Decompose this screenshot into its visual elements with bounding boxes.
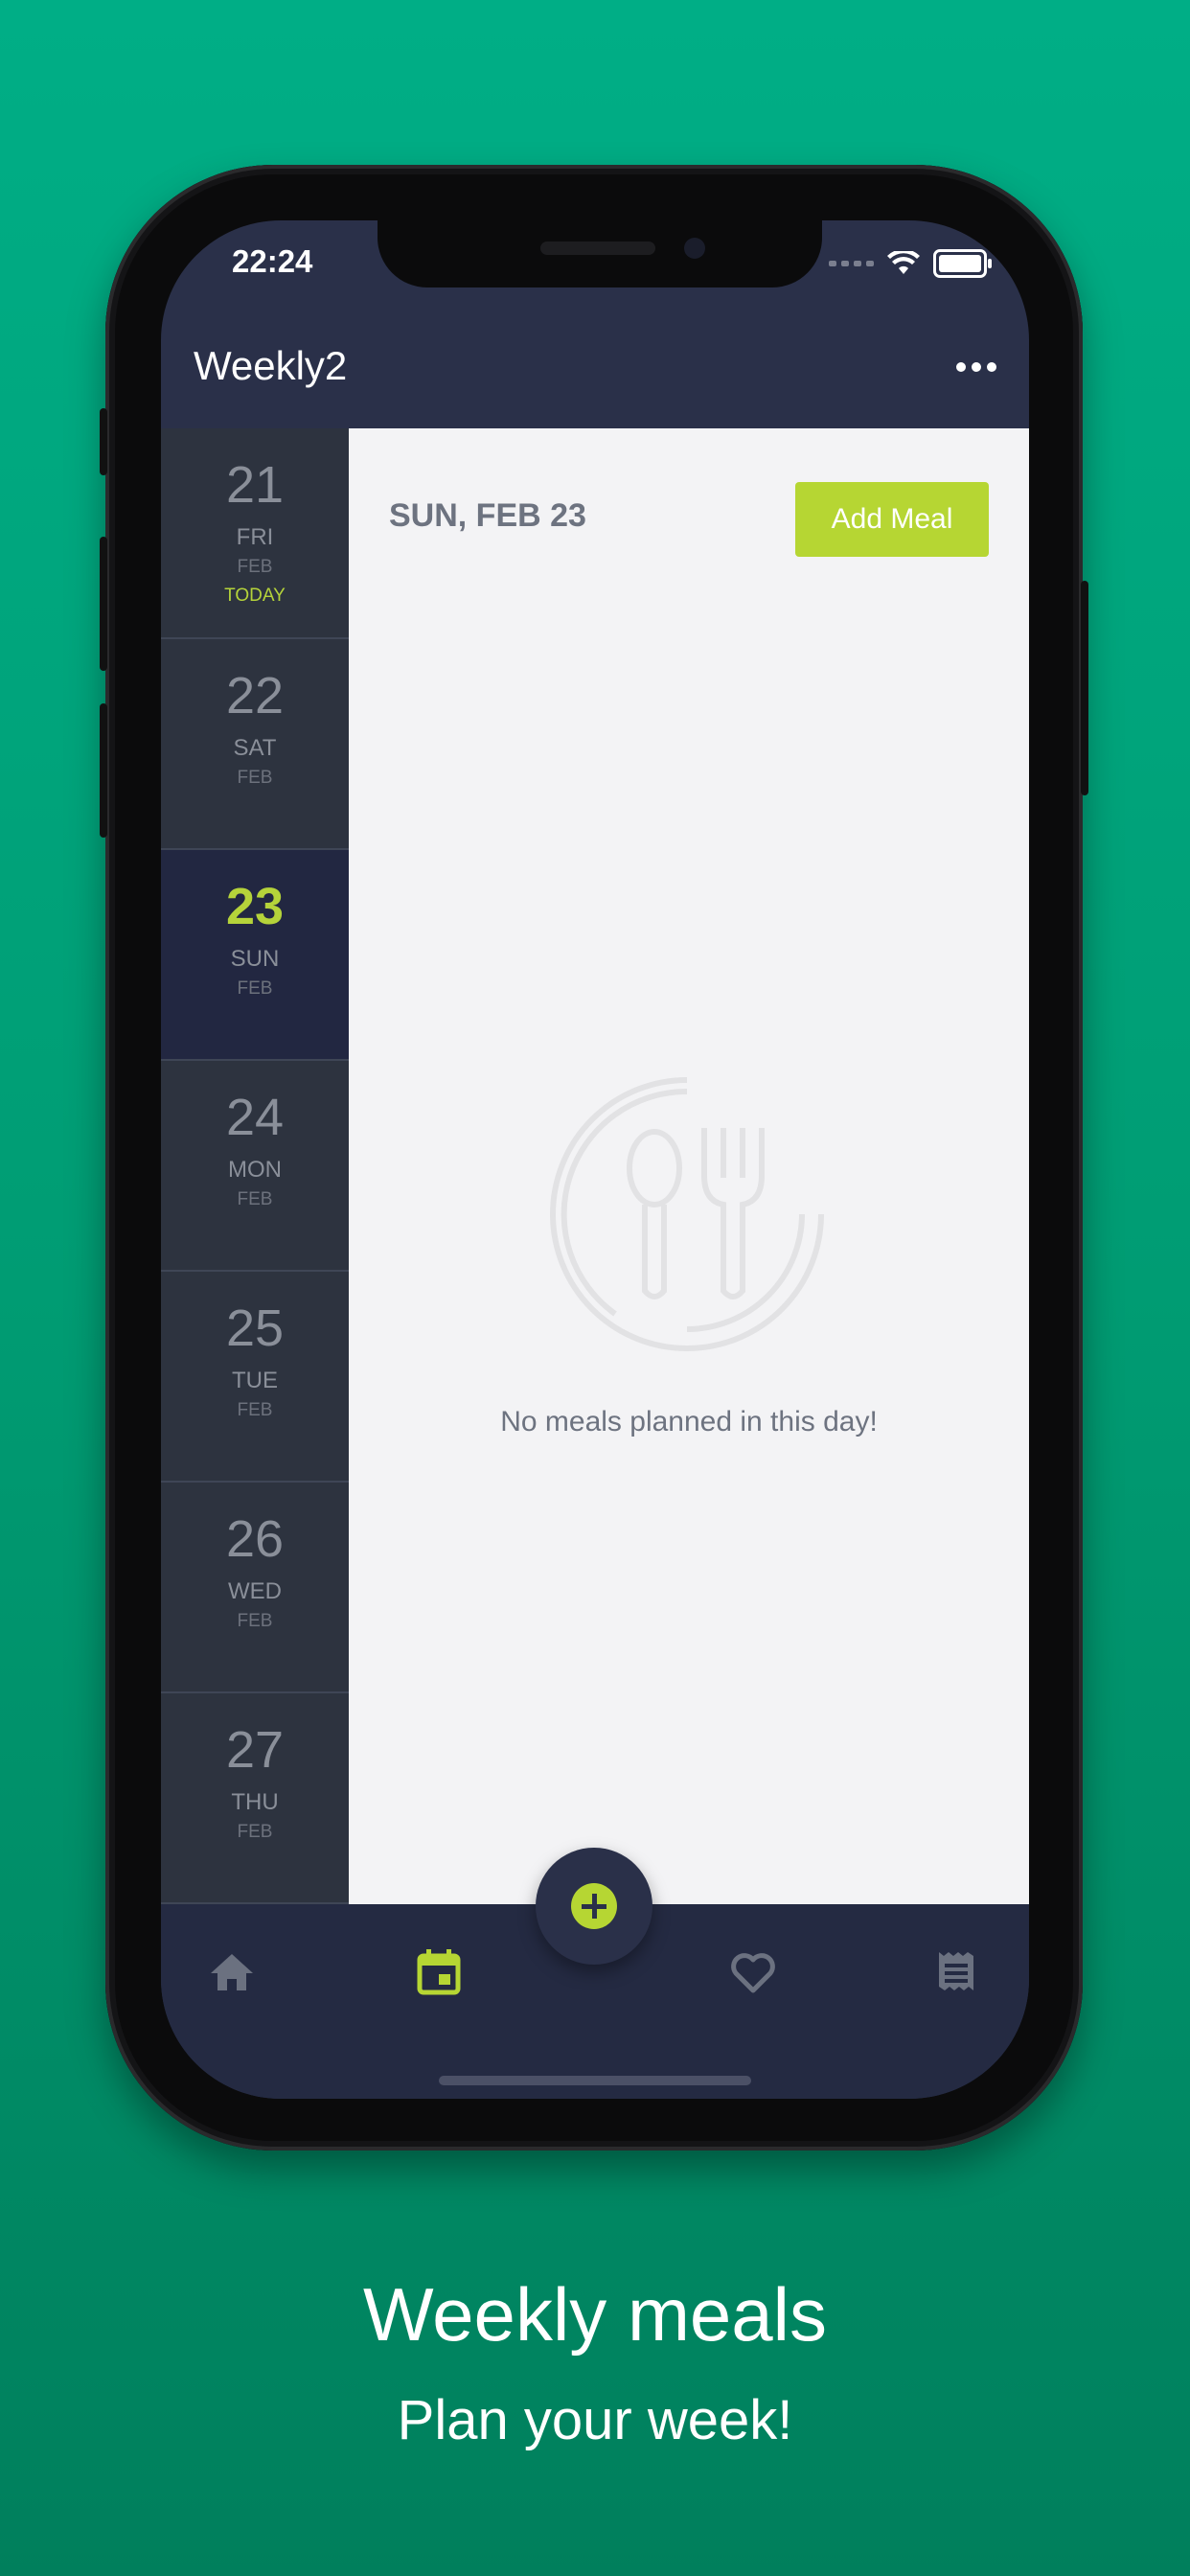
today-badge: TODAY bbox=[224, 586, 286, 606]
day-weekday: THU bbox=[231, 1789, 279, 1815]
day-content: SUN, FEB 23 Add Meal No meals planned in… bbox=[349, 428, 1029, 1904]
home-indicator[interactable] bbox=[439, 2076, 751, 2085]
day-number: 25 bbox=[225, 1300, 285, 1357]
mute-switch bbox=[100, 408, 107, 475]
day-item-22[interactable]: 22 SAT FEB bbox=[161, 639, 349, 850]
caption-subtitle: Plan your week! bbox=[397, 2389, 793, 2451]
day-item-27[interactable]: 27 THU FEB bbox=[161, 1693, 349, 1904]
heart-icon[interactable] bbox=[724, 1943, 782, 2000]
more-horizontal-icon[interactable] bbox=[956, 362, 996, 372]
day-weekday: SUN bbox=[230, 946, 280, 972]
status-icons bbox=[829, 249, 992, 278]
day-number: 27 bbox=[225, 1721, 285, 1779]
wifi-icon bbox=[887, 251, 920, 274]
front-camera bbox=[684, 238, 705, 259]
day-number: 22 bbox=[225, 667, 285, 724]
day-weekday: MON bbox=[228, 1157, 282, 1183]
volume-down-button bbox=[100, 703, 107, 838]
status-time: 22:24 bbox=[232, 243, 313, 279]
add-fab-button[interactable] bbox=[536, 1848, 652, 1965]
day-item-25[interactable]: 25 TUE FEB bbox=[161, 1272, 349, 1483]
day-item-21[interactable]: 21 FRI FEB TODAY bbox=[161, 428, 349, 639]
selected-date-header: SUN, FEB 23 bbox=[389, 497, 586, 534]
day-month: FEB bbox=[237, 1611, 273, 1631]
day-weekday: SAT bbox=[233, 735, 277, 761]
receipt-icon[interactable] bbox=[927, 1943, 985, 2000]
calendar-icon[interactable] bbox=[410, 1943, 468, 2000]
day-number: 23 bbox=[225, 878, 285, 935]
home-icon[interactable] bbox=[203, 1943, 261, 2000]
day-item-26[interactable]: 26 WED FEB bbox=[161, 1483, 349, 1693]
plus-circle-icon bbox=[571, 1883, 617, 1929]
day-month: FEB bbox=[237, 978, 273, 999]
volume-up-button bbox=[100, 537, 107, 671]
speaker bbox=[540, 242, 655, 255]
day-weekday: WED bbox=[228, 1578, 282, 1604]
app-title: Weekly2 bbox=[194, 343, 348, 388]
day-weekday: FRI bbox=[236, 524, 274, 550]
battery-icon bbox=[933, 249, 992, 278]
empty-state-message: No meals planned in this day! bbox=[500, 1406, 878, 1438]
day-month: FEB bbox=[237, 1400, 273, 1420]
day-month: FEB bbox=[237, 768, 273, 788]
day-month: FEB bbox=[237, 1822, 273, 1842]
day-item-23[interactable]: 23 SUN FEB bbox=[161, 850, 349, 1061]
caption-title: Weekly meals bbox=[362, 2272, 828, 2357]
day-sidebar: 21 FRI FEB TODAY 22 SAT FEB 23 SUN FEB 2… bbox=[161, 428, 349, 1904]
day-number: 26 bbox=[225, 1510, 285, 1568]
day-number: 21 bbox=[225, 456, 285, 514]
power-button bbox=[1081, 581, 1088, 795]
plate-cutlery-icon bbox=[550, 1077, 824, 1351]
day-month: FEB bbox=[237, 1189, 273, 1209]
add-meal-button[interactable]: Add Meal bbox=[795, 482, 989, 557]
day-month: FEB bbox=[237, 557, 273, 577]
app-screen: 22:24 Weekly2 21 FRI FEB TODAY 22 SAT FE… bbox=[161, 220, 1029, 2099]
day-item-24[interactable]: 24 MON FEB bbox=[161, 1061, 349, 1272]
day-weekday: TUE bbox=[232, 1368, 278, 1393]
day-number: 24 bbox=[225, 1089, 285, 1146]
signal-icon bbox=[829, 261, 874, 266]
notch bbox=[378, 220, 822, 288]
